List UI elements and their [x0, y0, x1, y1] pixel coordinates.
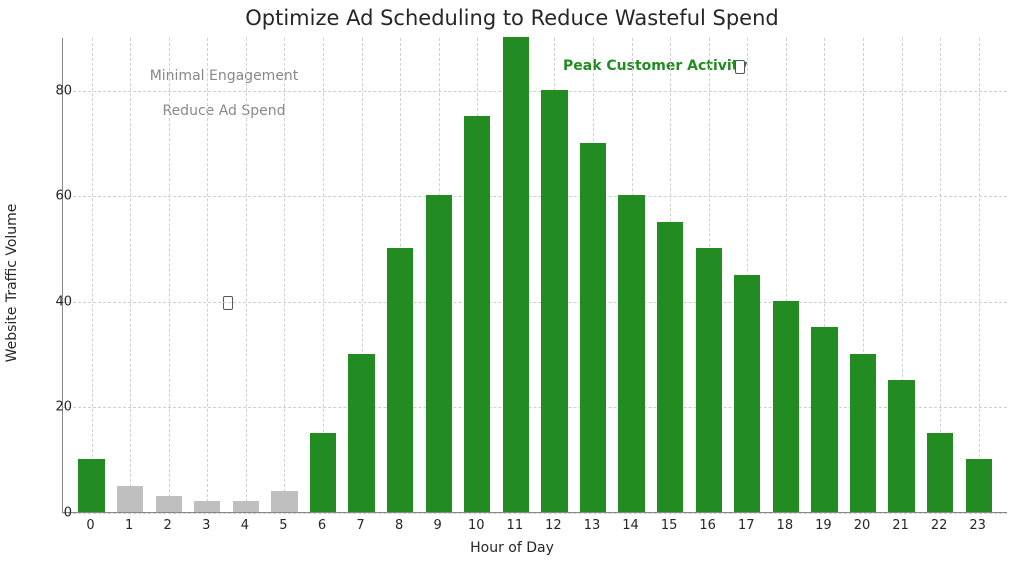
- x-tick-label: 23: [963, 518, 993, 533]
- bar-hour-20: [850, 354, 876, 512]
- x-tick-label: 21: [886, 518, 916, 533]
- gridline-v: [130, 38, 131, 512]
- y-tick-label: 80: [22, 83, 72, 98]
- x-tick-label: 6: [307, 518, 337, 533]
- x-tick-label: 3: [191, 518, 221, 533]
- x-tick-label: 17: [731, 518, 761, 533]
- annotation-peak-traffic: Peak Customer Activity: [563, 58, 748, 76]
- bar-hour-2: [156, 496, 182, 512]
- x-tick-label: 19: [808, 518, 838, 533]
- chart-root: Optimize Ad Scheduling to Reduce Wastefu…: [0, 0, 1024, 565]
- x-tick-label: 7: [346, 518, 376, 533]
- x-tick-label: 2: [153, 518, 183, 533]
- x-tick-label: 22: [924, 518, 954, 533]
- gridline-v: [169, 38, 170, 512]
- bar-hour-1: [117, 486, 143, 512]
- annotation-low-line1: Minimal Engagement: [150, 68, 299, 84]
- bar-hour-8: [387, 248, 413, 512]
- x-tick-label: 13: [577, 518, 607, 533]
- annotation-low-traffic: Minimal Engagement Reduce Ad Spend: [123, 50, 298, 138]
- bar-hour-22: [927, 433, 953, 512]
- bar-hour-17: [734, 275, 760, 513]
- bar-hour-3: [194, 501, 220, 512]
- bar-hour-9: [426, 195, 452, 512]
- x-tick-label: 20: [847, 518, 877, 533]
- x-tick-label: 18: [770, 518, 800, 533]
- gridline-v: [246, 38, 247, 512]
- x-tick-label: 14: [616, 518, 646, 533]
- bar-hour-13: [580, 143, 606, 512]
- bar-hour-14: [618, 195, 644, 512]
- x-tick-label: 9: [423, 518, 453, 533]
- x-tick-label: 16: [693, 518, 723, 533]
- gridline-h: [63, 91, 1007, 92]
- bar-hour-4: [233, 501, 259, 512]
- annotation-low-line2: Reduce Ad Spend: [162, 103, 285, 119]
- bar-hour-0: [78, 459, 104, 512]
- gridline-v: [207, 38, 208, 512]
- x-tick-label: 15: [654, 518, 684, 533]
- y-tick-label: 40: [22, 294, 72, 309]
- x-tick-label: 12: [538, 518, 568, 533]
- y-tick-label: 0: [22, 506, 72, 521]
- x-axis-label: Hour of Day: [0, 540, 1024, 556]
- gridline-v: [92, 38, 93, 512]
- bar-hour-6: [310, 433, 336, 512]
- gridline-h: [63, 196, 1007, 197]
- y-axis-label: Website Traffic Volume: [4, 203, 20, 362]
- bar-hour-21: [888, 380, 914, 512]
- gridline-h: [63, 302, 1007, 303]
- bar-hour-5: [271, 491, 297, 512]
- bar-hour-15: [657, 222, 683, 512]
- gridline-v: [284, 38, 285, 512]
- bar-hour-19: [811, 327, 837, 512]
- gridline-v: [979, 38, 980, 512]
- x-tick-label: 8: [384, 518, 414, 533]
- x-tick-label: 4: [230, 518, 260, 533]
- gridline-h: [63, 513, 1007, 514]
- chart-title: Optimize Ad Scheduling to Reduce Wastefu…: [0, 6, 1024, 30]
- bar-hour-23: [966, 459, 992, 512]
- bar-hour-11: [503, 37, 529, 512]
- x-tick-label: 0: [76, 518, 106, 533]
- plot-area: Minimal Engagement Reduce Ad Spend Peak …: [62, 38, 1007, 513]
- bar-hour-16: [696, 248, 722, 512]
- x-tick-label: 5: [268, 518, 298, 533]
- bar-hour-12: [541, 90, 567, 512]
- bar-hour-7: [348, 354, 374, 512]
- y-tick-label: 60: [22, 189, 72, 204]
- x-tick-label: 10: [461, 518, 491, 533]
- bar-hour-10: [464, 116, 490, 512]
- y-tick-label: 20: [22, 400, 72, 415]
- annotation-marker-peak: [735, 60, 745, 74]
- x-tick-label: 11: [500, 518, 530, 533]
- x-tick-label: 1: [114, 518, 144, 533]
- annotation-marker-low: [223, 296, 233, 310]
- bar-hour-18: [773, 301, 799, 512]
